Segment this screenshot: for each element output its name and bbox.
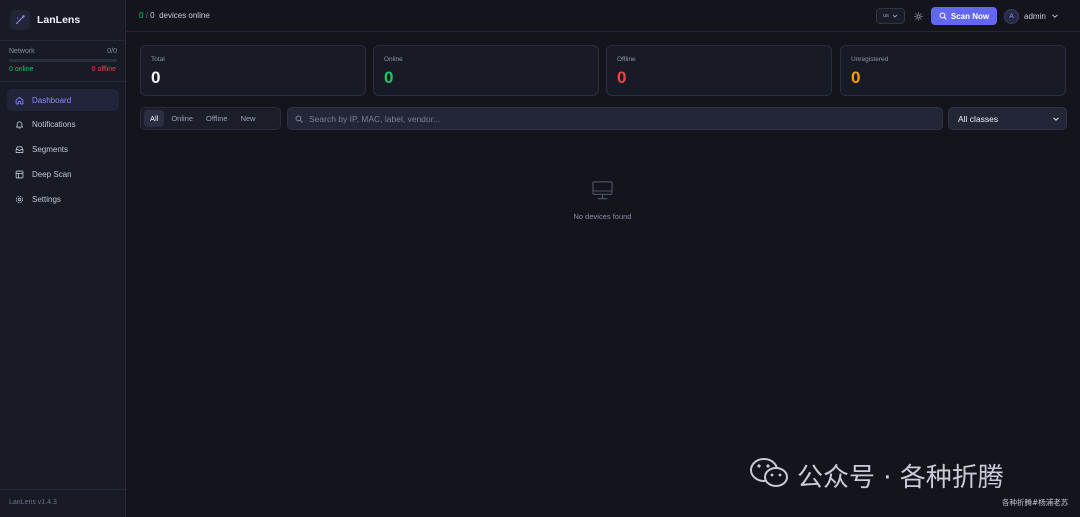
chevron-down-icon — [892, 14, 898, 18]
sidebar-item-settings[interactable]: Settings — [7, 188, 119, 210]
app-version: LanLens v1.4.3 — [9, 499, 57, 506]
theme-toggle-button[interactable] — [911, 8, 925, 24]
home-icon — [15, 96, 24, 104]
bell-icon — [16, 121, 23, 129]
sidebar: LanLens Network 0/0 0 online 0 offline D… — [0, 0, 126, 517]
sidebar-item-segments[interactable]: Segments — [7, 139, 119, 161]
chevron-down-icon — [1053, 116, 1059, 121]
network-online-count: 0 online — [9, 66, 34, 73]
search-icon — [939, 12, 947, 20]
scan-now-label: Scan Now — [950, 11, 990, 21]
class-filter-value: All classes — [958, 113, 999, 124]
gear-icon — [16, 195, 23, 203]
filter-tab-online[interactable]: Online — [165, 110, 199, 127]
stat-value: 0 — [617, 68, 627, 87]
sidebar-item-label: Notifications — [32, 120, 76, 130]
scan-now-button[interactable]: Scan Now — [931, 7, 997, 25]
search-input[interactable] — [309, 113, 942, 124]
user-name: admin — [1024, 11, 1046, 21]
avatar: A — [1004, 8, 1019, 24]
stat-card-unregistered: Unregistered 0 — [840, 45, 1066, 96]
stat-value: 0 — [384, 68, 394, 87]
search-icon — [295, 115, 303, 123]
stat-label: Unregistered — [851, 56, 889, 63]
count-separator: / — [145, 11, 148, 20]
language-select[interactable]: us — [876, 8, 905, 24]
user-menu[interactable]: A admin — [1004, 7, 1059, 25]
network-summary: Network 0/0 — [9, 48, 117, 55]
devices-online-label: devices online — [159, 11, 210, 20]
stat-value: 0 — [151, 68, 161, 87]
sidebar-item-deep-scan[interactable]: Deep Scan — [7, 163, 119, 185]
class-filter-select[interactable]: All classes — [948, 107, 1067, 130]
filter-tab-all[interactable]: All — [144, 110, 165, 127]
devices-online-status: 0 / 0 devices online — [139, 11, 210, 20]
stat-value: 0 — [851, 68, 861, 87]
filter-tab-offline[interactable]: Offline — [200, 110, 234, 127]
table-icon — [15, 170, 24, 179]
status-filter-tabs: All Online Offline New — [140, 107, 281, 130]
monitor-icon — [592, 181, 613, 200]
sidebar-item-label: Settings — [32, 194, 61, 204]
chevron-down-icon — [1051, 14, 1058, 18]
sun-icon — [913, 11, 923, 21]
stat-label: Total — [151, 56, 165, 63]
sidebar-divider — [0, 40, 126, 41]
layers-icon — [15, 146, 24, 154]
network-progress-bar — [9, 59, 117, 62]
sidebar-item-label: Segments — [32, 145, 69, 155]
sidebar-nav: Dashboard Notifications Segments Deep Sc… — [7, 89, 119, 213]
network-ratio: 0/0 — [107, 48, 117, 55]
brand[interactable]: LanLens — [10, 9, 80, 31]
stat-card-offline: Offline 0 — [606, 45, 832, 96]
stat-label: Online — [384, 56, 403, 63]
sidebar-item-notifications[interactable]: Notifications — [7, 114, 119, 136]
watermark-text: 公众号 · 各种折腾 — [797, 463, 1004, 493]
sidebar-item-dashboard[interactable]: Dashboard — [7, 89, 119, 111]
empty-state-message: No devices found — [573, 212, 632, 221]
wechat-logo-icon — [750, 458, 788, 487]
sidebar-divider — [0, 489, 126, 490]
app-name: LanLens — [37, 14, 81, 26]
device-search — [287, 107, 943, 130]
online-count: 0 — [139, 11, 144, 20]
sidebar-item-label: Deep Scan — [32, 169, 72, 179]
sidebar-divider — [0, 81, 126, 82]
app-logo-icon — [10, 10, 30, 30]
top-bar: 0 / 0 devices online us Scan Now A admin — [126, 0, 1080, 32]
stat-card-online: Online 0 — [373, 45, 599, 96]
watermark-subtext: 各种折腾#杨浦老苏 — [1002, 498, 1069, 507]
filter-tab-new[interactable]: New — [235, 110, 262, 127]
stat-label: Offline — [617, 56, 636, 63]
stat-card-total: Total 0 — [140, 45, 366, 96]
total-count: 0 — [150, 11, 155, 20]
network-label: Network — [9, 48, 35, 55]
network-offline-count: 0 offline — [91, 66, 116, 73]
sidebar-item-label: Dashboard — [32, 95, 72, 105]
language-code: us — [883, 13, 889, 19]
